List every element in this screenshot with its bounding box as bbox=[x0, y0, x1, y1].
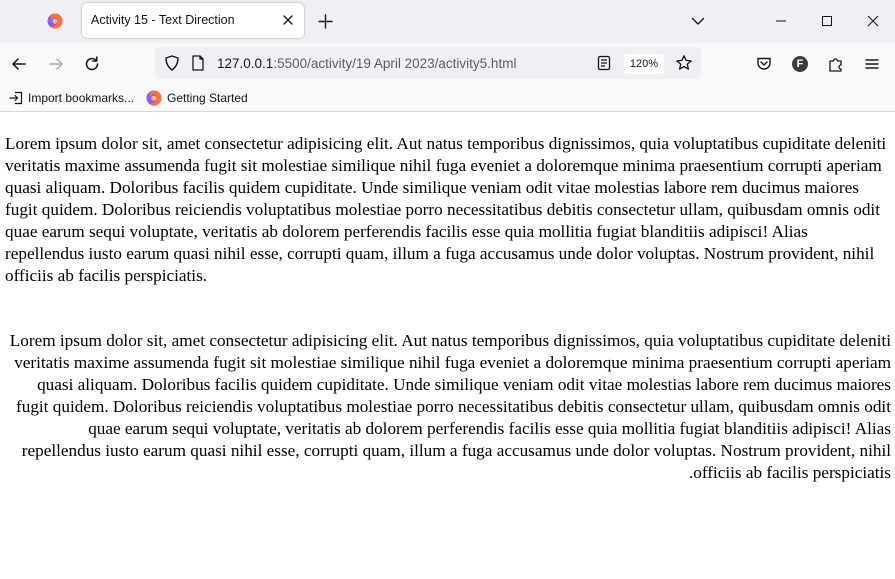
tab-title: Activity 15 - Text Direction bbox=[91, 13, 235, 27]
bookmark-star-icon[interactable] bbox=[675, 54, 693, 72]
account-avatar[interactable]: F bbox=[791, 55, 809, 73]
app-menu-hamburger-icon[interactable] bbox=[863, 55, 881, 73]
reader-view-icon[interactable] bbox=[595, 54, 613, 72]
pocket-icon[interactable] bbox=[755, 55, 773, 73]
back-arrow-icon[interactable] bbox=[10, 55, 28, 73]
bookmark-label: Import bookmarks... bbox=[28, 91, 135, 105]
firefox-view-icon[interactable] bbox=[47, 13, 63, 29]
paragraph-ltr: Lorem ipsum dolor sit, amet consectetur … bbox=[5, 134, 887, 285]
zoom-level-button[interactable]: 120% bbox=[624, 54, 664, 74]
extensions-puzzle-icon[interactable] bbox=[827, 55, 845, 73]
firefox-logo-icon bbox=[146, 90, 162, 106]
url-host: 127.0.0.1 bbox=[217, 56, 274, 71]
minimize-icon[interactable] bbox=[772, 12, 790, 30]
address-bar[interactable]: 127.0.0.1:5500/activity/19 April 2023/ac… bbox=[155, 47, 701, 79]
page-content: Lorem ipsum dolor sit, amet consectetur … bbox=[0, 112, 895, 579]
new-tab-icon[interactable] bbox=[317, 13, 334, 30]
page-info-icon[interactable] bbox=[189, 54, 207, 72]
bookmark-label: Getting Started bbox=[167, 91, 248, 105]
tracking-protection-shield-icon[interactable] bbox=[163, 54, 181, 72]
active-tab[interactable]: Activity 15 - Text Direction bbox=[82, 3, 304, 38]
forward-arrow-icon[interactable] bbox=[47, 55, 65, 73]
maximize-icon[interactable] bbox=[818, 12, 836, 30]
import-icon bbox=[9, 91, 23, 105]
account-initial: F bbox=[796, 58, 804, 70]
paragraph-rtl: Lorem ipsum dolor sit, amet consectetur … bbox=[9, 331, 891, 482]
bookmarks-toolbar: Import bookmarks... Getting Started bbox=[0, 85, 895, 112]
url-text[interactable]: 127.0.0.1:5500/activity/19 April 2023/ac… bbox=[217, 56, 516, 71]
bookmark-import[interactable]: Import bookmarks... bbox=[9, 89, 134, 107]
tab-strip: Activity 15 - Text Direction bbox=[0, 0, 895, 43]
reload-icon[interactable] bbox=[83, 55, 101, 73]
close-tab-icon[interactable] bbox=[280, 12, 296, 28]
bookmark-getting-started[interactable]: Getting Started bbox=[146, 89, 248, 107]
navigation-toolbar: 127.0.0.1:5500/activity/19 April 2023/ac… bbox=[0, 43, 895, 85]
list-all-tabs-chevron-icon[interactable] bbox=[690, 13, 706, 29]
close-window-icon[interactable] bbox=[864, 12, 882, 30]
url-path: :5500/activity/19 April 2023/activity5.h… bbox=[273, 56, 517, 71]
